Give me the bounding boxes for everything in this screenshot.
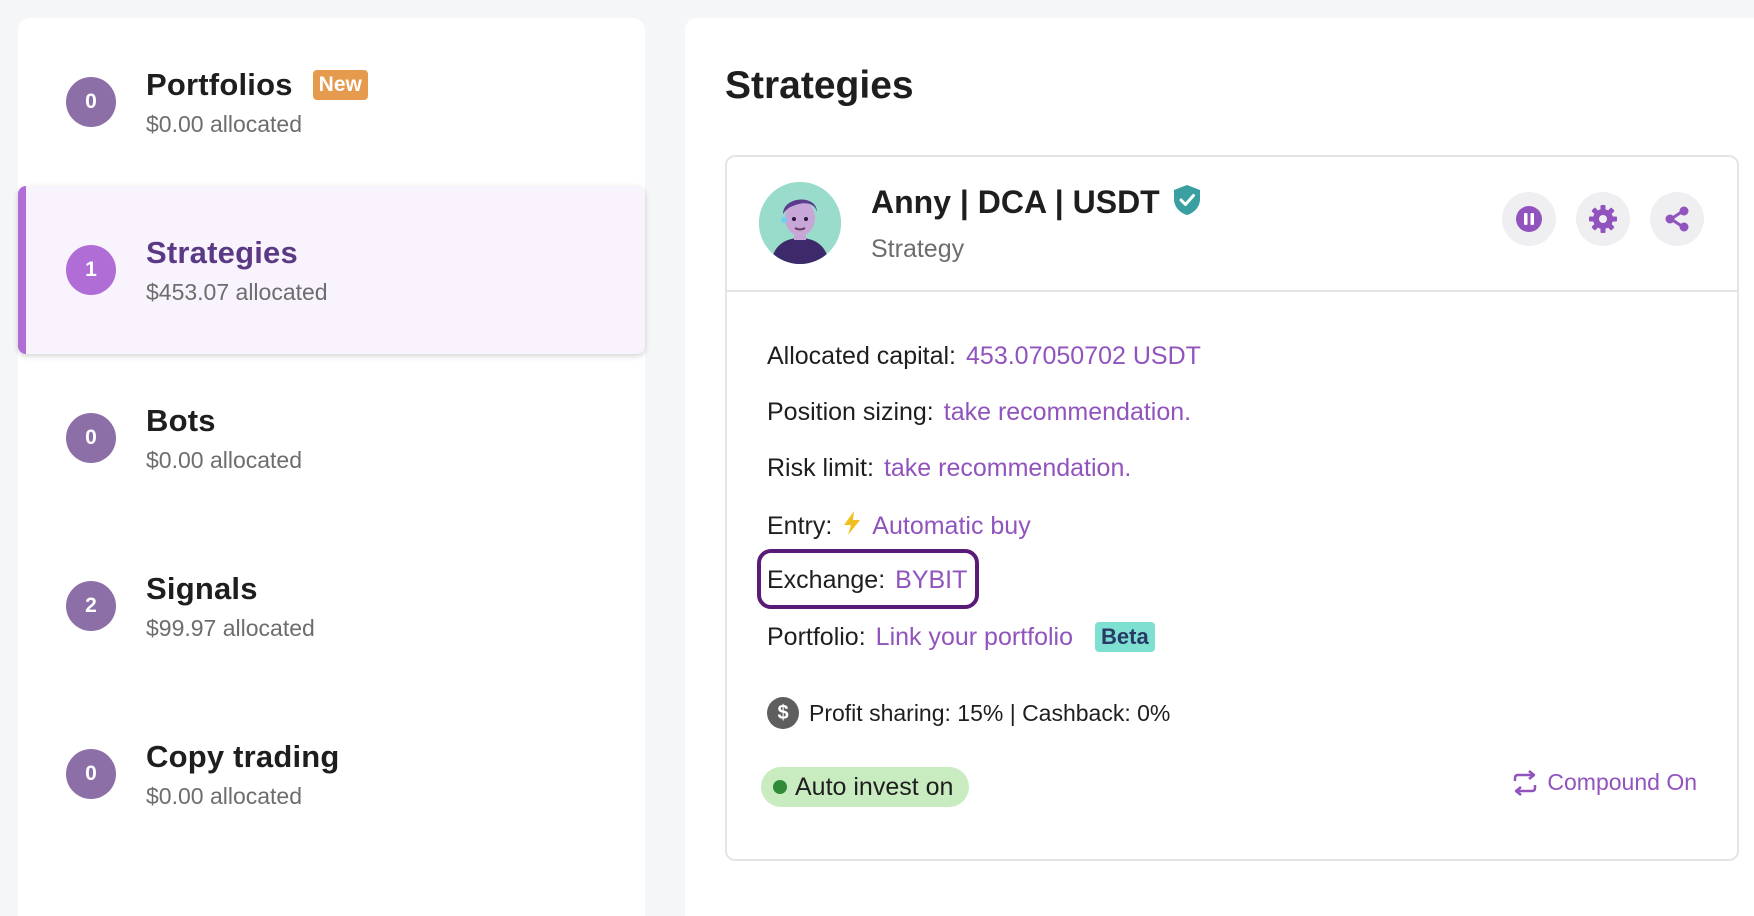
main-panel: Strategies Anny | DCA | USDT Strategy Al… [685,18,1754,916]
nav-text: Portfolios New $0.00 allocated [146,67,368,138]
sidebar-item-portfolios[interactable]: 0 Portfolios New $0.00 allocated [18,18,645,186]
strategy-card: Anny | DCA | USDT Strategy Allocated cap… [725,155,1739,861]
lightning-icon [842,510,862,543]
verified-shield-icon [1172,184,1202,221]
count-badge: 0 [66,413,116,463]
pause-icon [1516,206,1542,232]
entry-row: Entry: Automatic buy [767,510,1031,543]
auto-invest-label: Auto invest on [795,772,954,801]
position-sizing-row: Position sizing: take recommendation. [767,398,1191,427]
auto-invest-toggle[interactable]: Auto invest on [761,767,970,807]
repeat-icon [1514,769,1537,796]
allocated-capital-row: Allocated capital: 453.07050702 USDT [767,342,1201,371]
count-badge: 0 [66,77,116,127]
allocated-capital-link[interactable]: 453.07050702 USDT [966,342,1201,371]
exchange-row: Exchange: BYBIT [767,566,967,595]
strategy-type: Strategy [871,235,965,263]
allocated-amount: $99.97 allocated [146,614,315,641]
sidebar-item-label: Bots [146,402,216,438]
strategy-name-row: Anny | DCA | USDT [871,184,1202,221]
nav-title-row: Copy trading [146,739,340,775]
allocated-amount: $0.00 allocated [146,782,303,809]
field-label: Entry: [767,512,833,540]
field-label: Allocated capital: [767,342,957,370]
avatar-illustration [759,182,841,264]
nav-text: Strategies $453.07 allocated [146,235,328,306]
exchange-link[interactable]: BYBIT [895,566,967,595]
sidebar-item-label: Copy trading [146,738,340,774]
gear-icon [1589,205,1617,233]
profit-sharing-row: $ Profit sharing: 15% | Cashback: 0% [767,697,1170,729]
nav-title-row: Strategies [146,235,328,271]
nav-title-row: Bots [146,403,302,439]
sidebar-item-label: Portfolios [146,66,293,102]
compound-label: Compound On [1547,769,1697,795]
sidebar: 0 Portfolios New $0.00 allocated 1 Strat… [18,18,645,916]
status-dot-icon [773,780,787,794]
card-header: Anny | DCA | USDT Strategy [727,157,1737,292]
avatar[interactable] [759,182,841,264]
new-badge: New [312,69,368,100]
portfolio-row: Portfolio: Link your portfolio Beta [767,622,1155,652]
count-badge: 2 [66,581,116,631]
sidebar-item-bots[interactable]: 0 Bots $0.00 allocated [18,354,645,522]
profit-sharing-text: Profit sharing: 15% | Cashback: 0% [809,699,1171,726]
allocated-amount: $453.07 allocated [146,278,328,305]
field-label: Risk limit: [767,454,874,482]
entry-link[interactable]: Automatic buy [872,512,1030,541]
sidebar-item-copy-trading[interactable]: 0 Copy trading $0.00 allocated [18,690,645,858]
beta-badge: Beta [1095,622,1155,652]
compound-button[interactable]: Compound On [1511,769,1697,796]
sidebar-item-label: Strategies [146,234,298,270]
dollar-icon: $ [767,697,799,729]
page-title: Strategies [725,64,914,107]
nav-text: Copy trading $0.00 allocated [146,739,340,810]
position-sizing-link[interactable]: take recommendation. [944,398,1191,427]
field-label: Exchange: [767,566,886,594]
nav-title-row: Portfolios New [146,67,368,103]
risk-limit-row: Risk limit: take recommendation. [767,454,1131,483]
field-label: Position sizing: [767,398,934,426]
sidebar-item-signals[interactable]: 2 Signals $99.97 allocated [18,522,645,690]
share-icon [1665,206,1689,232]
allocated-amount: $0.00 allocated [146,446,303,473]
link-portfolio-link[interactable]: Link your portfolio [876,623,1073,652]
allocated-amount: $0.00 allocated [146,110,303,137]
sidebar-item-label: Signals [146,570,258,606]
strategy-name: Anny | DCA | USDT [871,184,1160,220]
risk-limit-link[interactable]: take recommendation. [884,454,1131,483]
nav-text: Signals $99.97 allocated [146,571,315,642]
pause-button[interactable] [1502,192,1556,246]
share-button[interactable] [1650,192,1704,246]
nav-title-row: Signals [146,571,315,607]
count-badge: 1 [66,245,116,295]
nav-text: Bots $0.00 allocated [146,403,302,474]
settings-button[interactable] [1576,192,1630,246]
field-label: Portfolio: [767,622,866,651]
count-badge: 0 [66,749,116,799]
sidebar-item-strategies[interactable]: 1 Strategies $453.07 allocated [18,186,645,354]
